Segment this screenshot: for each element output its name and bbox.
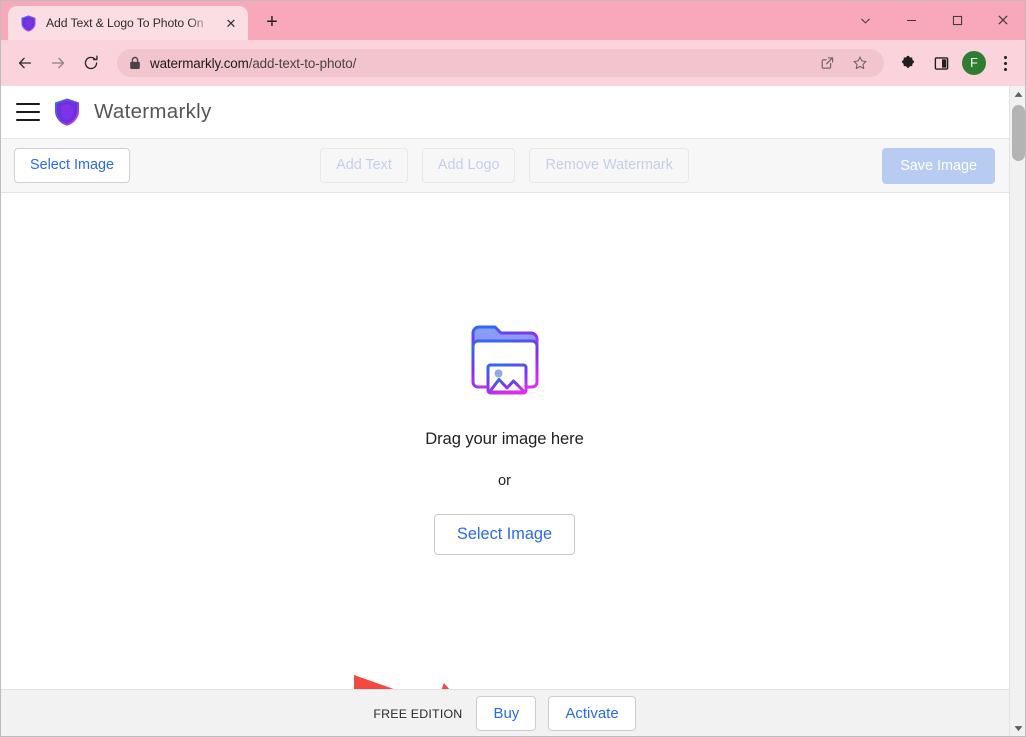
extensions-puzzle-piece-icon[interactable] [893,48,923,78]
remove-watermark-button[interactable]: Remove Watermark [529,148,689,183]
scrollbar-track[interactable] [1010,103,1026,720]
browser-window: Add Text & Logo To Photo On ✕ + watermar… [0,0,1026,737]
app-action-bar: Select Image Add Text Add Logo Remove Wa… [0,139,1009,193]
url-host: watermarkly.com [150,55,249,71]
forward-button[interactable] [43,48,73,78]
page-scrollbar[interactable] [1009,86,1026,737]
drop-zone-content: Drag your image here or Select Image [0,315,1009,555]
center-action-group: Add Text Add Logo Remove Watermark [0,148,1009,183]
url-path: /add-text-to-photo/ [248,55,357,71]
watermarkly-shield-favicon [21,14,36,32]
side-panel-icon[interactable] [926,48,956,78]
address-bar[interactable]: watermarkly.com/add-text-to-photo/ [117,49,884,77]
select-image-toolbar-button[interactable]: Select Image [14,148,130,183]
new-tab-button[interactable]: + [257,7,287,37]
back-button[interactable] [10,48,40,78]
window-close-icon[interactable] [980,0,1026,40]
browser-toolbar: watermarkly.com/add-text-to-photo/ F [0,40,1026,86]
app-footer: FREE EDITION Buy Activate [0,689,1009,737]
hamburger-menu-icon[interactable] [16,103,40,121]
tab-close-icon[interactable]: ✕ [222,14,240,32]
brand-name: Watermarkly [94,100,212,123]
window-controls [842,0,1026,40]
site-info-lock-icon[interactable] [129,56,141,70]
add-text-button[interactable]: Add Text [320,148,408,183]
drag-instruction-text: Drag your image here [425,429,584,448]
tab-strip: Add Text & Logo To Photo On ✕ + [0,0,1026,40]
page-viewport: Watermarkly Select Image Add Text Add Lo… [0,86,1026,737]
three-dot-menu-icon[interactable] [992,48,1018,78]
browser-tab-active[interactable]: Add Text & Logo To Photo On ✕ [8,6,248,40]
image-drop-canvas[interactable]: Drag your image here or Select Image [0,193,1009,689]
save-image-button[interactable]: Save Image [882,147,995,184]
watermarkly-app: Watermarkly Select Image Add Text Add Lo… [0,86,1009,737]
app-header: Watermarkly [0,86,1009,139]
watermarkly-shield-logo [55,98,79,126]
or-separator-text: or [498,473,511,489]
select-image-center-button[interactable]: Select Image [433,514,576,555]
buy-button[interactable]: Buy [476,696,537,731]
scroll-down-arrow-icon[interactable] [1009,720,1026,737]
window-minimize-icon[interactable] [888,0,934,40]
star-icon[interactable] [848,51,872,75]
reload-button[interactable] [76,48,106,78]
activate-button[interactable]: Activate [548,696,636,731]
red-arrow-annotation-icon [354,675,450,689]
profile-avatar[interactable]: F [962,51,986,75]
window-maximize-icon[interactable] [934,0,980,40]
scrollbar-thumb[interactable] [1011,105,1025,161]
url-text: watermarkly.com/add-text-to-photo/ [150,56,806,71]
scroll-up-arrow-icon[interactable] [1009,86,1026,103]
edition-label: FREE EDITION [373,706,463,721]
add-logo-button[interactable]: Add Logo [421,148,516,183]
folder-with-photo-icon [471,325,538,395]
tab-title: Add Text & Logo To Photo On [46,16,204,30]
share-icon[interactable] [815,51,839,75]
tab-search-chevron-icon[interactable] [842,0,888,40]
